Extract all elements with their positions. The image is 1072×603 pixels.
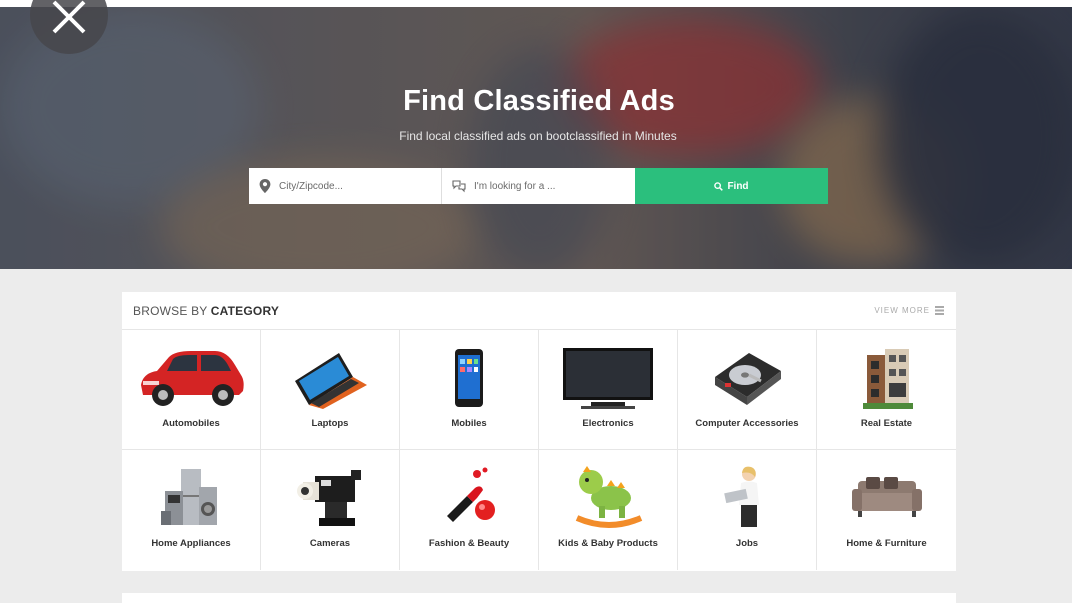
category-electronics[interactable]: Electronics: [539, 330, 678, 450]
category-section-title: BROWSE BY CATEGORY: [133, 304, 279, 318]
view-more-label: VIEW MORE: [874, 306, 930, 315]
category-cameras[interactable]: Cameras: [261, 450, 400, 570]
category-home-furniture[interactable]: Home & Furniture: [817, 450, 956, 570]
close-icon: [52, 0, 86, 34]
video-camera-icon: [297, 469, 361, 526]
appliances-icon: [161, 468, 217, 525]
category-computer-accessories[interactable]: Computer Accessories: [678, 330, 817, 450]
mobile-phone-icon: [455, 348, 483, 407]
find-label: Find: [727, 180, 749, 192]
category-laptops[interactable]: Laptops: [261, 330, 400, 450]
category-kids-baby[interactable]: Kids & Baby Products: [539, 450, 678, 570]
category-label: Electronics: [582, 418, 634, 429]
category-card-header: BROWSE BY CATEGORY VIEW MORE: [122, 292, 956, 330]
category-label: Automobiles: [162, 418, 220, 429]
title-bold: CATEGORY: [210, 303, 280, 318]
city-placeholder: City/Zipcode...: [279, 180, 343, 192]
list-icon: [935, 306, 944, 315]
chat-bubbles-icon: [452, 179, 466, 192]
category-label: Home Appliances: [151, 538, 231, 549]
nail-polish-icon: [447, 467, 495, 522]
map-pin-icon: [259, 179, 271, 193]
category-label: Home & Furniture: [846, 538, 927, 549]
category-real-estate[interactable]: Real Estate: [817, 330, 956, 450]
businesswoman-icon: [724, 466, 759, 527]
category-label: Laptops: [311, 418, 349, 429]
category-label: Computer Accessories: [695, 418, 799, 429]
car-icon: [141, 350, 244, 406]
category-automobiles[interactable]: Automobiles: [122, 330, 261, 450]
keyword-placeholder: I'm looking for a ...: [474, 180, 556, 192]
category-home-appliances[interactable]: Home Appliances: [122, 450, 261, 570]
building-icon: [862, 348, 913, 409]
city-field[interactable]: City/Zipcode...: [249, 168, 442, 204]
search-icon: [714, 181, 724, 191]
category-label: Kids & Baby Products: [558, 538, 658, 549]
find-button[interactable]: Find: [635, 168, 828, 204]
rocking-toy-icon: [575, 465, 643, 528]
hero-title: Find Classified Ads: [403, 85, 675, 117]
category-label: Mobiles: [451, 418, 487, 429]
category-label: Fashion & Beauty: [428, 538, 510, 549]
category-grid: Automobiles Laptops Mobiles Electronics …: [122, 330, 956, 570]
title-prefix: BROWSE BY: [133, 303, 211, 318]
category-label: Cameras: [309, 538, 351, 549]
hard-drive-icon: [715, 352, 781, 405]
sofa-icon: [851, 476, 922, 517]
category-card: BROWSE BY CATEGORY VIEW MORE Automobiles: [122, 292, 956, 571]
keyword-field[interactable]: I'm looking for a ...: [442, 168, 635, 204]
laptop-icon: [295, 352, 367, 409]
hero-banner: Find Classified Ads Find local classifie…: [0, 7, 1072, 269]
category-jobs[interactable]: Jobs: [678, 450, 817, 570]
search-bar: City/Zipcode... I'm looking for a ... Fi…: [249, 168, 828, 204]
television-icon: [563, 347, 653, 409]
category-label: Jobs: [735, 538, 759, 549]
category-fashion-beauty[interactable]: Fashion & Beauty: [400, 450, 539, 570]
category-mobiles[interactable]: Mobiles: [400, 330, 539, 450]
hero-subtitle: Find local classified ads on bootclassif…: [399, 129, 677, 143]
next-section-card: [122, 593, 956, 603]
category-label: Real Estate: [860, 418, 913, 429]
top-strip: [0, 0, 1072, 7]
view-more-link[interactable]: VIEW MORE: [874, 306, 944, 315]
